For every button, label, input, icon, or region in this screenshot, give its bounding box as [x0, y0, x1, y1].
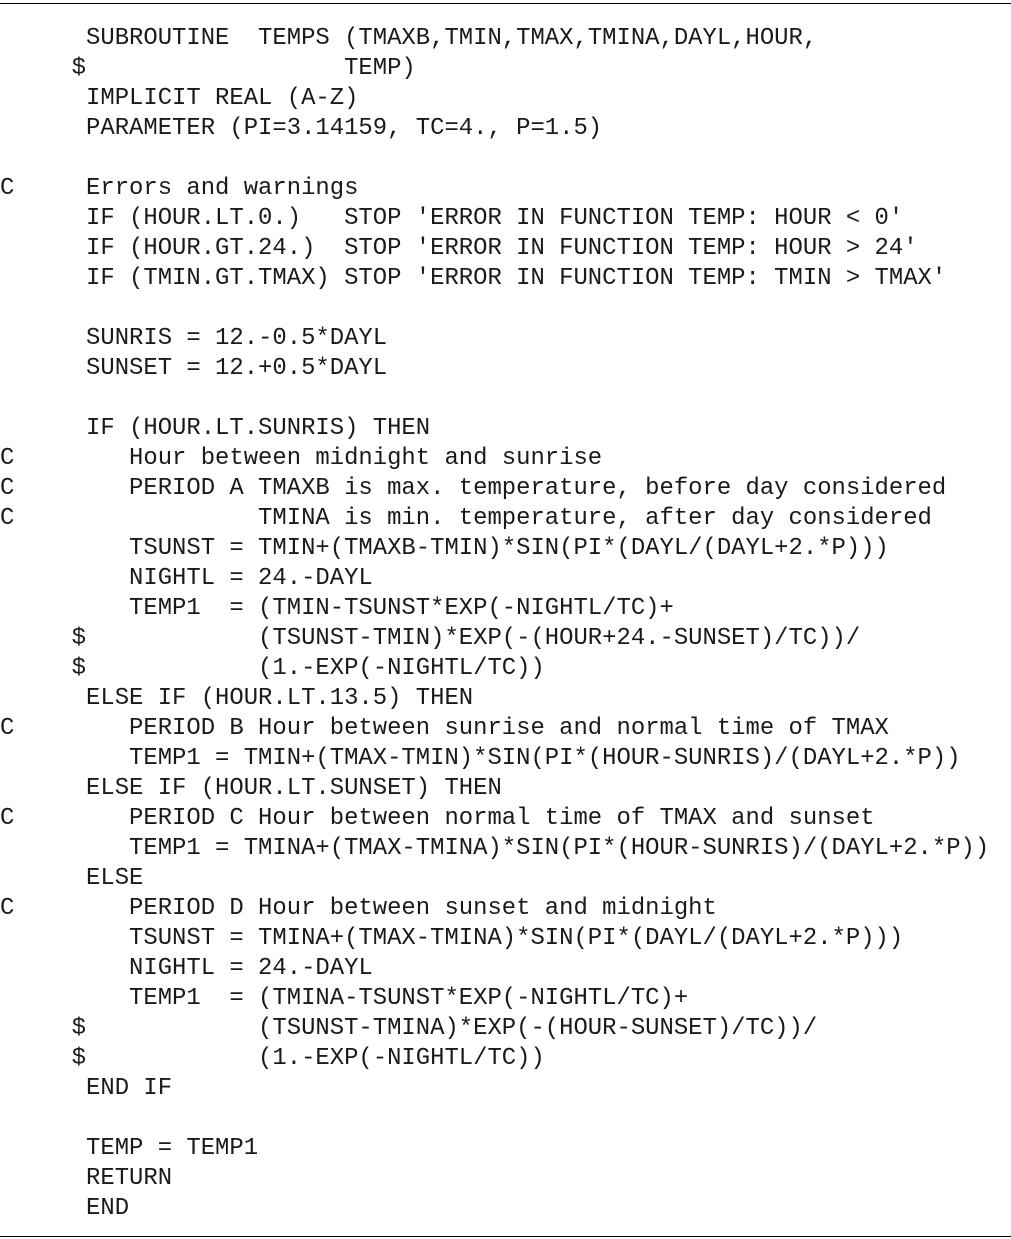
bottom-rule: [0, 1236, 1011, 1237]
top-rule: [0, 3, 1011, 4]
code-line: IF (TMIN.GT.TMAX) STOP 'ERROR IN FUNCTIO…: [0, 265, 947, 292]
code-line: END: [0, 1195, 130, 1222]
code-line: PARAMETER (PI=3.14159, TC=4., P=1.5): [0, 115, 603, 142]
code-line: TEMP1 = TMINA+(TMAX-TMINA)*SIN(PI*(HOUR-…: [0, 835, 990, 862]
code-listing: SUBROUTINE TEMPS (TMAXB,TMIN,TMAX,TMINA,…: [0, 27, 1011, 1229]
code-line: RETURN: [0, 1165, 173, 1192]
code-line: SUNSET = 12.+0.5*DAYL: [0, 355, 388, 382]
code-line: END IF: [0, 1075, 173, 1102]
